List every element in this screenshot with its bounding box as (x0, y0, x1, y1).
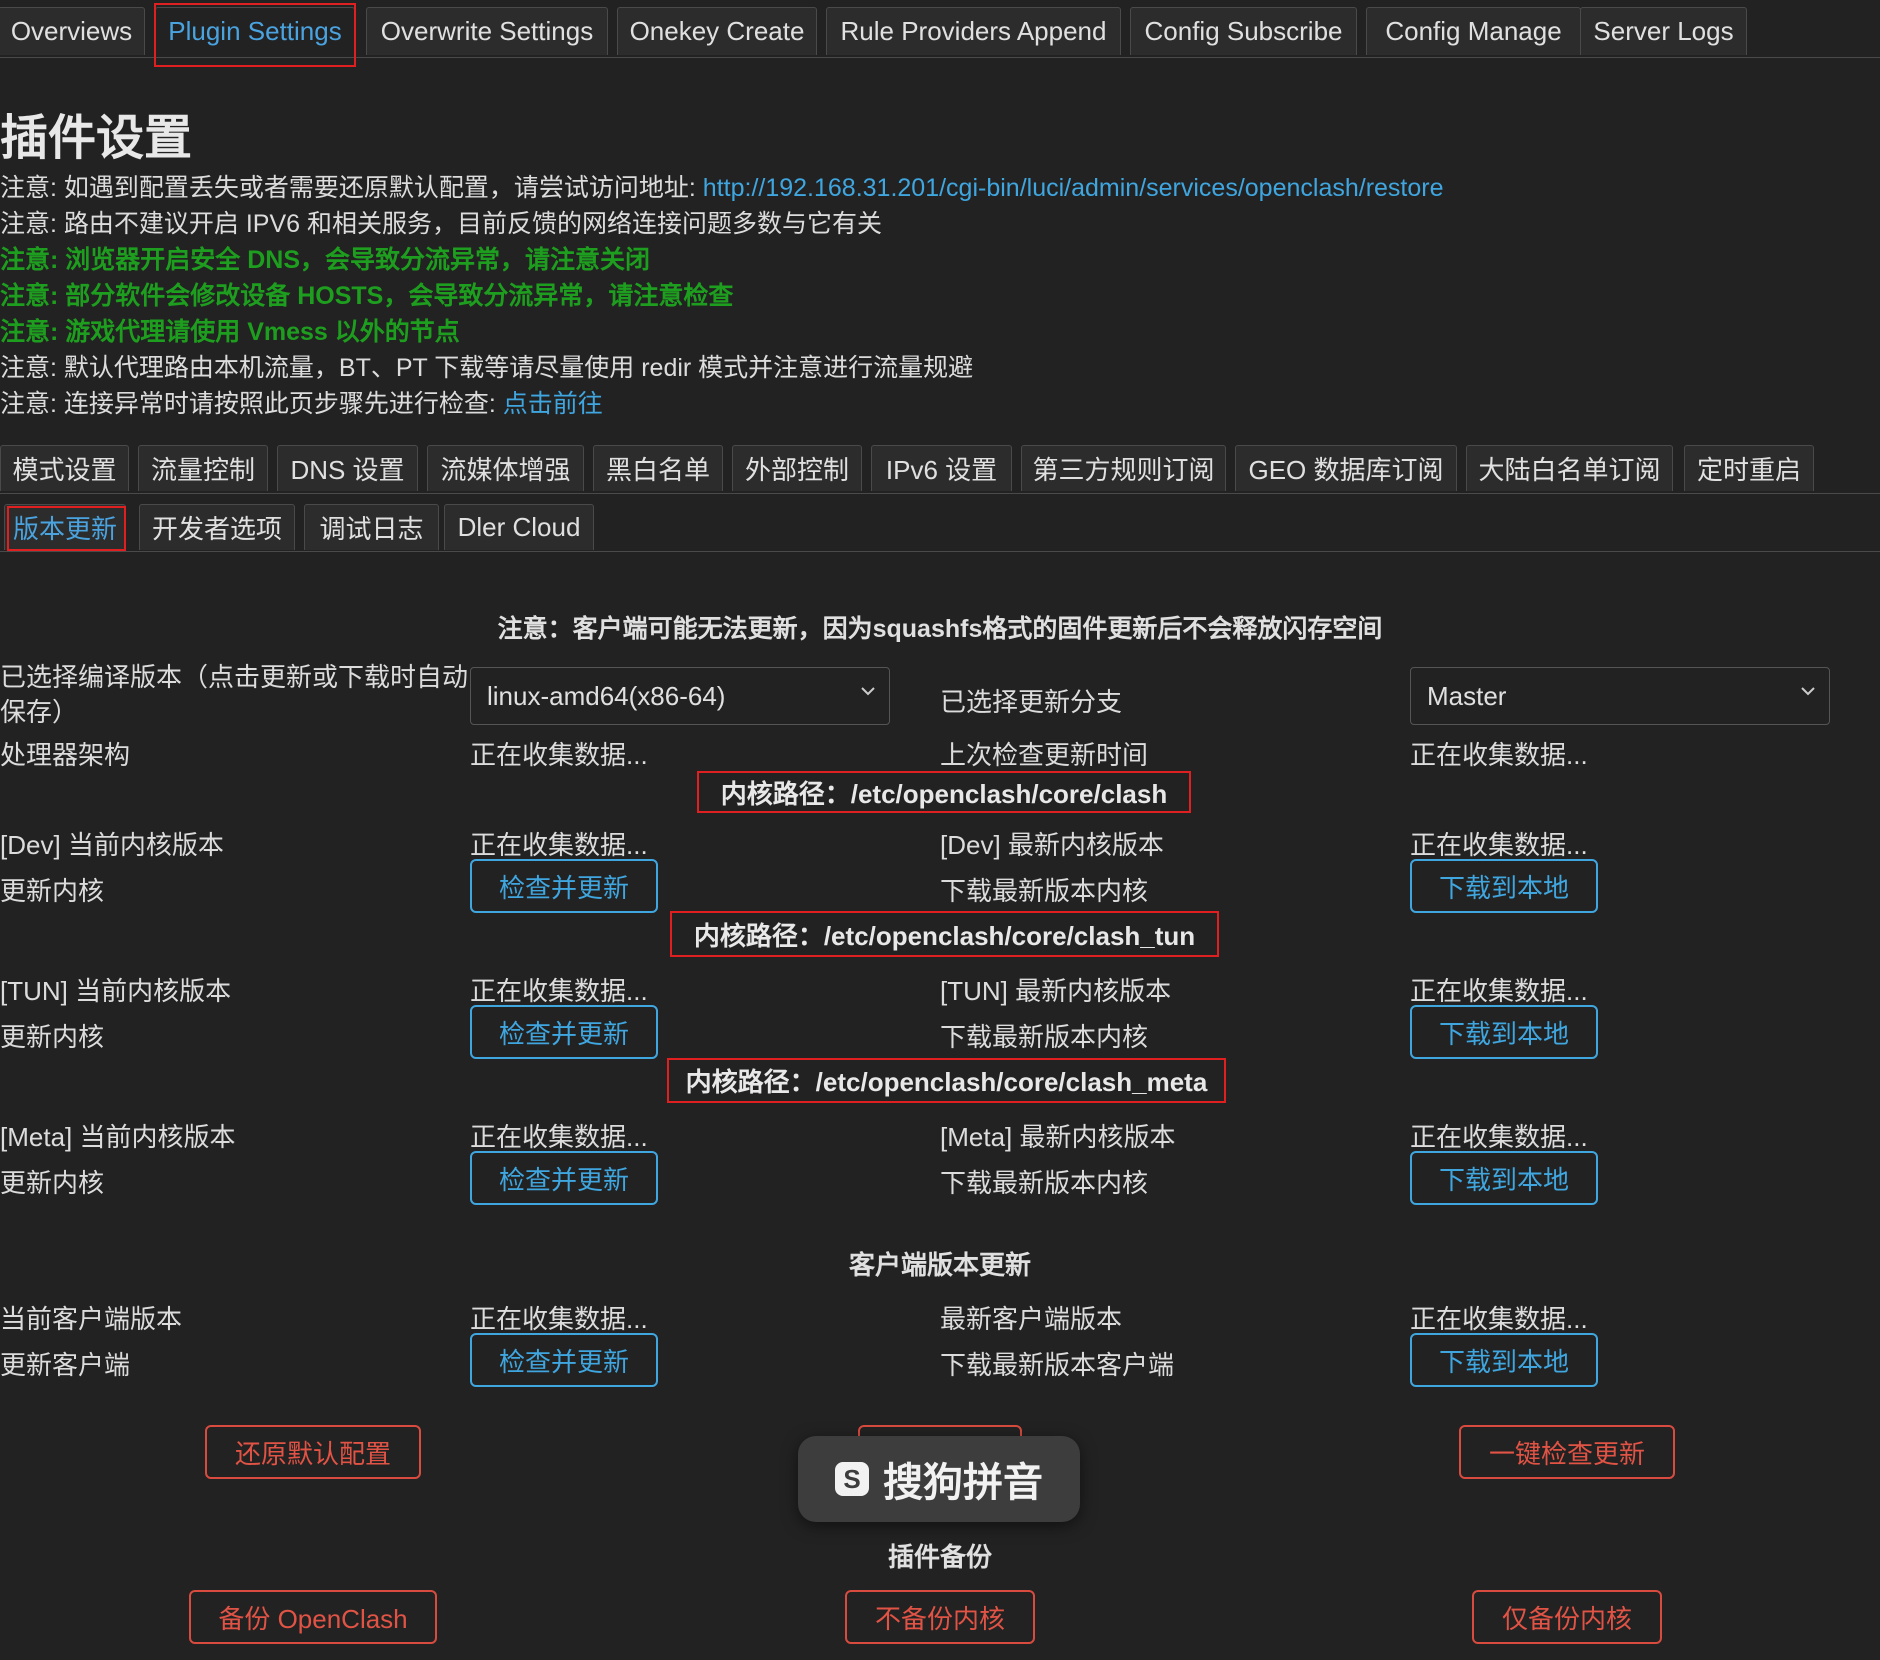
tab-overviews[interactable]: Overviews (0, 7, 145, 55)
dev-core-path: 内核路径：/etc/openclash/core/clash (697, 771, 1191, 813)
check-steps-link[interactable]: 点击前往 (503, 390, 603, 418)
backup-openclash-button[interactable]: 备份 OpenClash (189, 1590, 437, 1644)
tab-server-logs[interactable]: Server Logs (1580, 7, 1747, 55)
branch-value: Master (1427, 680, 1507, 711)
tab-third-party-rules[interactable]: 第三方规则订阅 (1021, 445, 1226, 491)
tab-dler-cloud[interactable]: Dler Cloud (444, 504, 594, 550)
client-download-label: 下载最新版本客户端 (940, 1350, 1175, 1380)
tab-external-control[interactable]: 外部控制 (732, 445, 862, 491)
client-download-button[interactable]: 下载到本地 (1410, 1333, 1598, 1387)
meta-check-update-button[interactable]: 检查并更新 (470, 1151, 658, 1205)
compile-version-select[interactable]: linux-amd64(x86-64) (470, 667, 890, 725)
tun-core-path: 内核路径：/etc/openclash/core/clash_tun (670, 911, 1219, 957)
tab-mainland-whitelist[interactable]: 大陆白名单订阅 (1466, 445, 1673, 491)
tab-onekey-create[interactable]: Onekey Create (617, 7, 817, 55)
note-ipv6: 注意: 路由不建议开启 IPV6 和相关服务，目前反馈的网络连接问题多数与它有关 (0, 210, 882, 238)
last-check-value: 正在收集数据... (1410, 740, 1588, 770)
dev-latest-value: 正在收集数据... (1410, 830, 1588, 860)
tun-current-value: 正在收集数据... (470, 976, 648, 1006)
restore-default-button[interactable]: 还原默认配置 (205, 1425, 421, 1479)
backup-no-core-button[interactable]: 不备份内核 (845, 1590, 1035, 1644)
ime-indicator: S 搜狗拼音 (798, 1436, 1080, 1522)
tab-version-update[interactable]: 版本更新 (4, 504, 126, 550)
tab-ipv6-settings[interactable]: IPv6 设置 (871, 445, 1012, 491)
sub-tab-bar-2: 版本更新 开发者选项 调试日志 Dler Cloud (0, 504, 1880, 552)
tun-latest-value: 正在收集数据... (1410, 976, 1588, 1006)
tab-traffic-control[interactable]: 流量控制 (138, 445, 268, 491)
client-current-value: 正在收集数据... (470, 1304, 648, 1334)
tab-rule-providers-append[interactable]: Rule Providers Append (826, 7, 1121, 55)
page-title: 插件设置 (0, 112, 193, 165)
tab-developer-options[interactable]: 开发者选项 (139, 504, 295, 550)
dev-download-label: 下载最新版本内核 (940, 876, 1149, 906)
branch-label: 已选择更新分支 (940, 687, 1123, 717)
sub-tab-bar-1: 模式设置 流量控制 DNS 设置 流媒体增强 黑白名单 外部控制 IPv6 设置… (0, 445, 1880, 494)
meta-update-label: 更新内核 (0, 1168, 105, 1198)
dev-update-label: 更新内核 (0, 876, 105, 906)
dev-check-update-button[interactable]: 检查并更新 (470, 859, 658, 913)
tun-update-label: 更新内核 (0, 1022, 105, 1052)
client-update-label: 更新客户端 (0, 1350, 131, 1380)
tab-config-manage[interactable]: Config Manage (1366, 7, 1581, 55)
compile-version-value: linux-amd64(x86-64) (487, 680, 726, 711)
tun-check-update-button[interactable]: 检查并更新 (470, 1005, 658, 1059)
meta-current-label: [Meta] 当前内核版本 (0, 1122, 236, 1152)
dev-current-label: [Dev] 当前内核版本 (0, 830, 224, 860)
tab-plugin-settings[interactable]: Plugin Settings (155, 7, 355, 55)
tab-dns-settings[interactable]: DNS 设置 (277, 445, 418, 491)
note-check-steps: 注意: 连接异常时请按照此页步骤先进行检查: 点击前往 (0, 390, 603, 418)
branch-select[interactable]: Master (1410, 667, 1830, 725)
client-latest-label: 最新客户端版本 (940, 1304, 1123, 1334)
top-tab-bar: Overviews Plugin Settings Overwrite Sett… (0, 0, 1880, 58)
meta-download-button[interactable]: 下载到本地 (1410, 1151, 1598, 1205)
sogou-s-icon: S (835, 1462, 869, 1496)
tab-config-subscribe[interactable]: Config Subscribe (1130, 7, 1357, 55)
client-latest-value: 正在收集数据... (1410, 1304, 1588, 1334)
ime-label: 搜狗拼音 (883, 1461, 1043, 1505)
tab-debug-log[interactable]: 调试日志 (304, 504, 439, 550)
meta-latest-value: 正在收集数据... (1410, 1122, 1588, 1152)
dev-latest-label: [Dev] 最新内核版本 (940, 830, 1164, 860)
tab-scheduled-reboot[interactable]: 定时重启 (1684, 445, 1814, 491)
tab-overwrite-settings[interactable]: Overwrite Settings (366, 7, 608, 55)
onekey-check-update-button[interactable]: 一键检查更新 (1459, 1425, 1675, 1479)
tun-download-label: 下载最新版本内核 (940, 1022, 1149, 1052)
plugin-backup-title: 插件备份 (887, 1542, 992, 1572)
backup-core-only-button[interactable]: 仅备份内核 (1472, 1590, 1662, 1644)
meta-latest-label: [Meta] 最新内核版本 (940, 1122, 1176, 1152)
chevron-down-icon (861, 687, 875, 696)
note-redir: 注意: 默认代理路由本机流量，BT、PT 下载等请尽量使用 redir 模式并注… (0, 354, 974, 382)
restore-link[interactable]: http://192.168.31.201/cgi-bin/luci/admin… (703, 174, 1444, 202)
arch-label: 处理器架构 (0, 740, 131, 770)
tun-latest-label: [TUN] 最新内核版本 (940, 976, 1172, 1006)
tun-current-label: [TUN] 当前内核版本 (0, 976, 232, 1006)
client-current-label: 当前客户端版本 (0, 1304, 183, 1334)
dev-current-value: 正在收集数据... (470, 830, 648, 860)
tab-geo-database[interactable]: GEO 数据库订阅 (1235, 445, 1457, 491)
client-update-title: 客户端版本更新 (848, 1250, 1031, 1280)
note-restore: 注意: 如遇到配置丢失或者需要还原默认配置，请尝试访问地址: http://19… (0, 174, 1444, 202)
chevron-down-icon (1801, 687, 1815, 696)
compile-version-label: 已选择编译版本（点击更新或下载时自动保存） (0, 662, 469, 727)
last-check-label: 上次检查更新时间 (940, 740, 1149, 770)
squashfs-warning: 注意：客户端可能无法更新，因为squashfs格式的固件更新后不会释放闪存空间 (497, 615, 1383, 643)
arch-value: 正在收集数据... (470, 740, 648, 770)
meta-current-value: 正在收集数据... (470, 1122, 648, 1152)
note-vmess: 注意: 游戏代理请使用 Vmess 以外的节点 (0, 318, 460, 346)
note-secure-dns: 注意: 浏览器开启安全 DNS，会导致分流异常，请注意关闭 (0, 246, 651, 274)
client-check-update-button[interactable]: 检查并更新 (470, 1333, 658, 1387)
tun-download-button[interactable]: 下载到本地 (1410, 1005, 1598, 1059)
meta-download-label: 下载最新版本内核 (940, 1168, 1149, 1198)
note-hosts: 注意: 部分软件会修改设备 HOSTS，会导致分流异常，请注意检查 (0, 282, 734, 310)
tab-mode-settings[interactable]: 模式设置 (0, 445, 129, 491)
tab-black-white-list[interactable]: 黑白名单 (593, 445, 723, 491)
dev-download-button[interactable]: 下载到本地 (1410, 859, 1598, 913)
tab-streaming[interactable]: 流媒体增强 (427, 445, 584, 491)
meta-core-path: 内核路径：/etc/openclash/core/clash_meta (667, 1058, 1226, 1103)
